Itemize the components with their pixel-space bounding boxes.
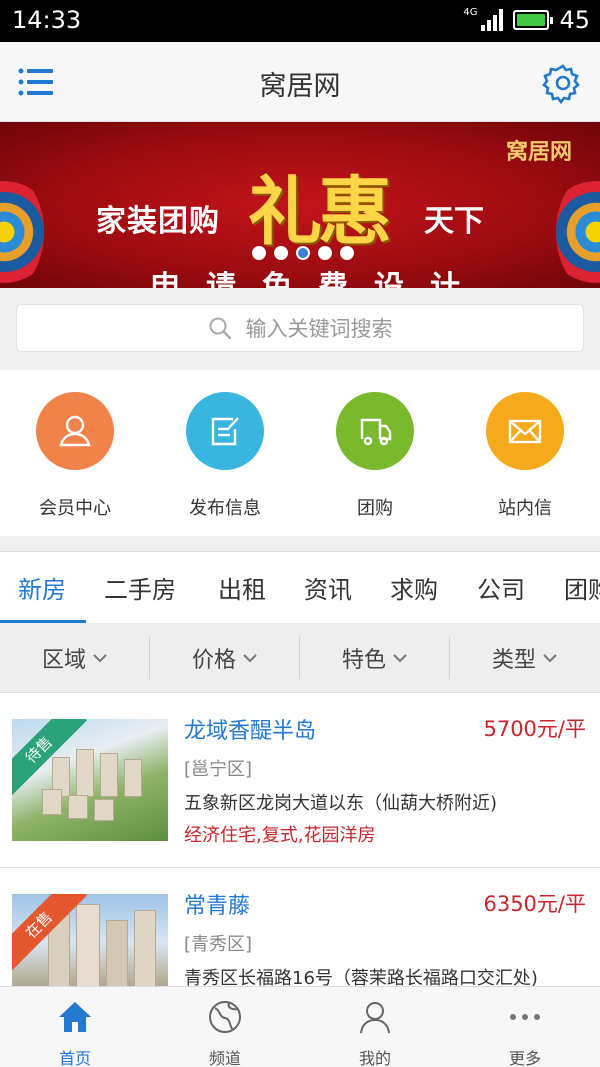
- chevron-down-icon: [393, 654, 407, 663]
- carousel-dot[interactable]: [252, 246, 266, 260]
- quick-group-buy[interactable]: 团购: [300, 392, 450, 520]
- decoration-left: [0, 172, 44, 288]
- search-icon: [209, 317, 231, 340]
- nav-label: 我的: [358, 1049, 391, 1067]
- user-icon: [36, 392, 114, 470]
- search-placeholder: 输入关键词搜索: [245, 317, 393, 341]
- page-title: 窝居网: [259, 71, 341, 102]
- battery-level: 45: [559, 6, 590, 34]
- list-item[interactable]: 待售 龙域香醍半岛 5700元/平 [邕宁区] 五象新区龙岗大道以东（仙葫大桥附…: [0, 693, 600, 868]
- tab-rent[interactable]: 出租: [218, 570, 266, 605]
- carousel-dot[interactable]: [340, 246, 354, 260]
- home-icon: [0, 997, 150, 1037]
- status-right: 4G 45: [463, 6, 590, 34]
- tab-group-buy[interactable]: 团购: [564, 570, 600, 605]
- search-input[interactable]: 输入关键词搜索: [16, 304, 584, 352]
- filter-label: 特色: [341, 648, 386, 673]
- quick-label: 会员中心: [39, 498, 111, 519]
- tab-wanted[interactable]: 求购: [390, 570, 438, 605]
- nav-mine[interactable]: 我的: [300, 997, 450, 1067]
- edit-icon: [186, 392, 264, 470]
- property-name[interactable]: 常青藤: [184, 888, 250, 920]
- more-dots-icon: [450, 997, 600, 1037]
- network-type: 4G: [463, 6, 478, 18]
- property-address: 五象新区龙岗大道以东（仙葫大桥附近): [184, 793, 498, 814]
- property-address: 青秀区长福路16号（蓉茉路长福路口交汇处): [184, 968, 538, 986]
- filter-region[interactable]: 区域: [0, 623, 150, 693]
- nav-label: 频道: [208, 1049, 241, 1067]
- property-price: 5700元/平: [483, 717, 586, 741]
- status-bar: 14:33 4G 45: [0, 0, 600, 42]
- filter-label: 价格: [191, 648, 236, 673]
- tab-company[interactable]: 公司: [477, 570, 525, 605]
- property-district: [邕宁区]: [184, 759, 253, 780]
- carousel-dot[interactable]: [274, 246, 288, 260]
- property-name[interactable]: 龙域香醍半岛: [184, 713, 316, 745]
- filter-label: 类型: [491, 648, 536, 673]
- carousel-dot[interactable]: [318, 246, 332, 260]
- property-thumbnail: 在售: [12, 894, 168, 986]
- nav-label: 首页: [58, 1049, 91, 1067]
- chevron-down-icon: [93, 654, 107, 663]
- bottom-nav: 首页 频道 我的 更多: [0, 986, 600, 1067]
- mail-icon: [486, 392, 564, 470]
- property-thumbnail: 待售: [12, 719, 168, 841]
- battery-icon: [513, 10, 554, 30]
- list-item[interactable]: 在售 常青藤 6350元/平 [青秀区] 青秀区长福路16号（蓉茉路长福路口交汇…: [0, 868, 600, 986]
- category-tabs: 新房 二手房 出租 资讯 求购 公司 团购: [0, 551, 600, 623]
- chevron-down-icon: [543, 654, 557, 663]
- quick-actions: 会员中心 发布信息 团购 站内信: [0, 370, 600, 536]
- banner-tail-text: 天下: [424, 204, 484, 239]
- quick-label: 站内信: [498, 498, 552, 519]
- nav-more[interactable]: 更多: [450, 997, 600, 1067]
- nav-label: 更多: [508, 1049, 541, 1067]
- property-district: [青秀区]: [184, 934, 253, 955]
- quick-member-center[interactable]: 会员中心: [0, 392, 150, 520]
- filter-bar: 区域 价格 特色 类型: [0, 623, 600, 693]
- decoration-right: [556, 172, 600, 288]
- property-tags: 经济住宅,复式,花园洋房: [184, 825, 376, 846]
- status-time: 14:33: [12, 6, 82, 34]
- tab-new-house[interactable]: 新房: [18, 570, 66, 605]
- person-icon: [300, 997, 450, 1037]
- banner-big-text: 礼惠: [248, 169, 392, 255]
- banner-brand: 窝居网: [505, 139, 572, 165]
- banner-subtext: 申请免费设计: [150, 270, 486, 288]
- search-section: 输入关键词搜索: [0, 288, 600, 368]
- promo-banner[interactable]: 窝居网 家装团购 礼惠 天下 申请免费设计: [0, 122, 600, 288]
- banner-headline: 家装团购: [96, 204, 220, 239]
- quick-publish[interactable]: 发布信息: [150, 392, 300, 520]
- tab-second-hand[interactable]: 二手房: [104, 570, 176, 605]
- nav-channel[interactable]: 频道: [150, 997, 300, 1067]
- gear-icon[interactable]: [542, 62, 584, 105]
- filter-price[interactable]: 价格: [150, 623, 300, 693]
- filter-type[interactable]: 类型: [450, 623, 600, 693]
- quick-label: 发布信息: [189, 498, 261, 519]
- quick-label: 团购: [357, 498, 393, 519]
- chevron-down-icon: [243, 654, 257, 663]
- property-list: 待售 龙域香醍半岛 5700元/平 [邕宁区] 五象新区龙岗大道以东（仙葫大桥附…: [0, 693, 600, 986]
- signal-icon: [481, 9, 504, 31]
- nav-home[interactable]: 首页: [0, 997, 150, 1067]
- app-header: 窝居网: [0, 42, 600, 122]
- truck-icon: [336, 392, 414, 470]
- filter-label: 区域: [41, 648, 86, 673]
- filter-feature[interactable]: 特色: [300, 623, 450, 693]
- carousel-dot-active[interactable]: [296, 246, 310, 260]
- globe-icon: [150, 997, 300, 1037]
- carousel-dots[interactable]: [252, 246, 354, 260]
- tab-news[interactable]: 资讯: [304, 570, 352, 605]
- quick-inbox[interactable]: 站内信: [450, 392, 600, 520]
- property-price: 6350元/平: [483, 892, 586, 916]
